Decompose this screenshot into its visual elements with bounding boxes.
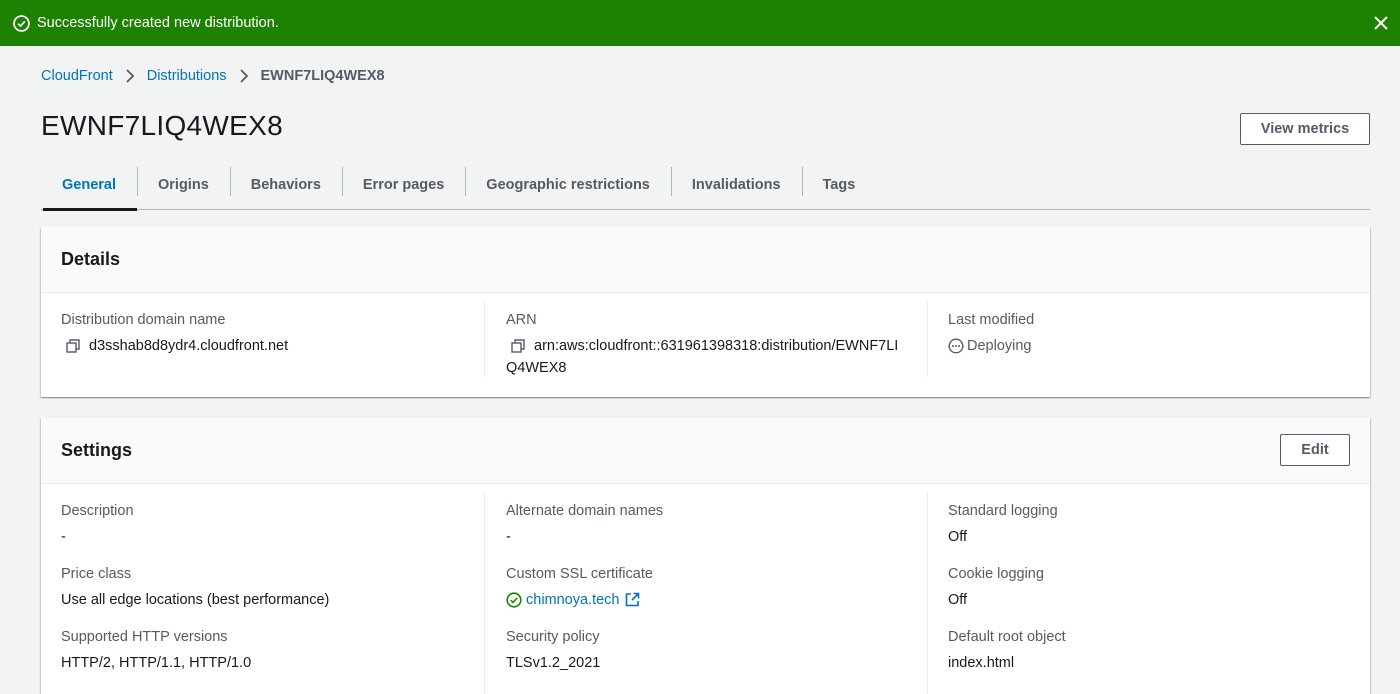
check-circle-icon bbox=[506, 592, 522, 608]
description-value: - bbox=[61, 529, 66, 545]
tab-error-pages[interactable]: Error pages bbox=[341, 160, 465, 210]
settings-panel: Settings Description - Price class Use a… bbox=[41, 418, 1370, 694]
breadcrumb-cloudfront[interactable]: CloudFront bbox=[41, 68, 113, 84]
breadcrumb-current: EWNF7LIQ4WEX8 bbox=[260, 68, 385, 84]
copy-icon[interactable] bbox=[66, 339, 80, 353]
settings-header: Settings bbox=[41, 418, 1370, 484]
tab-general[interactable]: General bbox=[41, 160, 137, 211]
standard-logging-field: Standard logging Off bbox=[948, 502, 1347, 548]
settings-column-3: Standard logging Off Cookie logging Off … bbox=[927, 492, 1347, 694]
arn-line-1: arn:aws:cloudfront::631961398318:distrib… bbox=[534, 338, 899, 354]
page-title: EWNF7LIQ4WEX8 bbox=[41, 110, 283, 141]
pending-icon bbox=[948, 338, 964, 354]
ssl-certificate-label: Custom SSL certificate bbox=[506, 566, 653, 582]
http-versions-value: HTTP/2, HTTP/1.1, HTTP/1.0 bbox=[61, 655, 252, 671]
details-panel: Details Distribution domain name d3sshab… bbox=[41, 227, 1370, 397]
check-circle-icon bbox=[13, 14, 30, 32]
details-title: Details bbox=[61, 249, 121, 269]
breadcrumb: CloudFront Distributions EWNF7LIQ4WEX8 bbox=[41, 68, 385, 84]
success-flashbar: Successfully created new distribution. bbox=[0, 0, 1400, 46]
chevron-right-icon bbox=[239, 69, 249, 83]
view-metrics-button[interactable]: View metrics bbox=[1240, 113, 1370, 145]
security-policy-value: TLSv1.2_2021 bbox=[506, 655, 601, 671]
flash-message: Successfully created new distribution. bbox=[37, 15, 279, 31]
settings-title: Settings bbox=[61, 440, 133, 460]
cookie-logging-label: Cookie logging bbox=[948, 566, 1044, 582]
http-versions-field: Supported HTTP versions HTTP/2, HTTP/1.1… bbox=[61, 628, 481, 674]
default-root-object-field: Default root object index.html bbox=[948, 628, 1347, 674]
details-header: Details bbox=[41, 227, 1370, 293]
default-root-object-value: index.html bbox=[948, 655, 1015, 671]
arn-line-2: Q4WEX8 bbox=[506, 360, 567, 376]
tab-geographic-restrictions[interactable]: Geographic restrictions bbox=[465, 160, 671, 210]
domain-name-value: d3sshab8d8ydr4.cloudfront.net bbox=[89, 338, 289, 354]
edit-settings-button[interactable]: Edit bbox=[1280, 434, 1350, 466]
external-link-icon[interactable] bbox=[625, 592, 640, 607]
last-modified-label: Last modified bbox=[948, 312, 1035, 328]
arn-label: ARN bbox=[506, 312, 537, 328]
tab-origins[interactable]: Origins bbox=[137, 160, 230, 210]
settings-column-2: Alternate domain names - Custom SSL cert… bbox=[484, 492, 927, 694]
last-modified-field: Last modified Deploying bbox=[927, 301, 1347, 377]
default-root-object-label: Default root object bbox=[948, 629, 1066, 645]
domain-name-field: Distribution domain name d3sshab8d8ydr4.… bbox=[61, 311, 481, 357]
cookie-logging-value: Off bbox=[948, 592, 968, 608]
standard-logging-value: Off bbox=[948, 529, 968, 545]
tab-bar: General Origins Behaviors Error pages Ge… bbox=[41, 160, 1370, 211]
alternate-domains-field: Alternate domain names - bbox=[506, 502, 927, 548]
close-icon[interactable] bbox=[1368, 10, 1394, 36]
alternate-domains-value: - bbox=[506, 529, 511, 545]
arn-field: ARN arn:aws:cloudfront::631961398318:dis… bbox=[484, 301, 927, 377]
http-versions-label: Supported HTTP versions bbox=[61, 629, 228, 645]
ssl-certificate-field: Custom SSL certificate chimnoya.tech bbox=[506, 565, 927, 611]
security-policy-field: Security policy TLSv1.2_2021 bbox=[506, 628, 927, 674]
copy-icon[interactable] bbox=[511, 339, 525, 353]
tab-tags[interactable]: Tags bbox=[801, 160, 877, 210]
tab-invalidations[interactable]: Invalidations bbox=[670, 160, 802, 210]
description-label: Description bbox=[61, 503, 134, 519]
description-field: Description - bbox=[61, 502, 481, 548]
settings-column-1: Description - Price class Use all edge l… bbox=[61, 502, 481, 691]
alternate-domains-label: Alternate domain names bbox=[506, 503, 664, 519]
standard-logging-label: Standard logging bbox=[948, 503, 1058, 519]
chevron-right-icon bbox=[125, 69, 135, 83]
cookie-logging-field: Cookie logging Off bbox=[948, 565, 1347, 611]
security-policy-label: Security policy bbox=[506, 629, 600, 645]
price-class-field: Price class Use all edge locations (best… bbox=[61, 565, 481, 611]
ssl-certificate-link[interactable]: chimnoya.tech bbox=[526, 589, 620, 611]
price-class-value: Use all edge locations (best performance… bbox=[61, 592, 330, 608]
last-modified-value: Deploying bbox=[967, 338, 1032, 354]
breadcrumb-distributions[interactable]: Distributions bbox=[147, 68, 227, 84]
domain-name-label: Distribution domain name bbox=[61, 312, 226, 328]
tab-behaviors[interactable]: Behaviors bbox=[229, 160, 342, 210]
price-class-label: Price class bbox=[61, 566, 132, 582]
